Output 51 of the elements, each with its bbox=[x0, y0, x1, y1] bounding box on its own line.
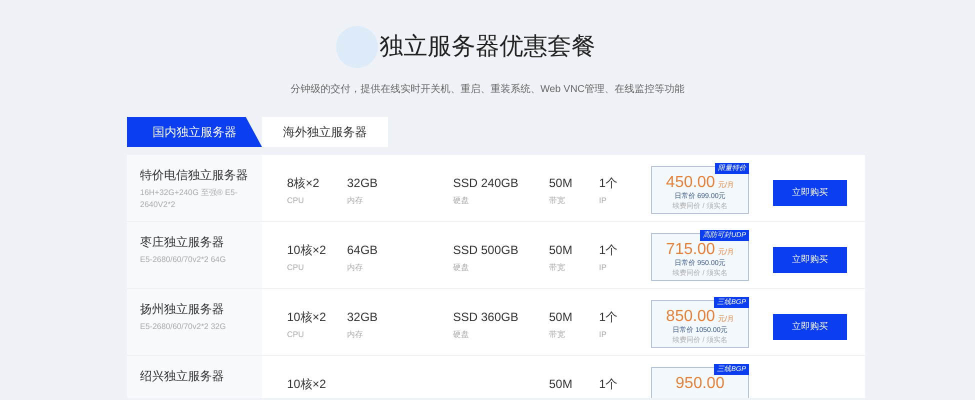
spec-label: 硬盘 bbox=[453, 195, 470, 207]
buy-button[interactable]: 立即购买 bbox=[773, 180, 847, 206]
spec-value: 1个 bbox=[599, 175, 619, 191]
spec-value: 1个 bbox=[599, 242, 619, 258]
page-subtitle: 分钟级的交付，提供在线实时开关机、重启、重装系统、Web VNC管理、在线监控等功能 bbox=[290, 82, 685, 97]
spec-label: 硬盘 bbox=[453, 329, 470, 341]
plan-name: 扬州独立服务器 bbox=[140, 301, 225, 317]
spec-value: 8核×2 bbox=[287, 175, 320, 191]
spec-value: 1个 bbox=[599, 309, 619, 325]
spec-value: 10核×2 bbox=[287, 309, 328, 325]
spec-value: 10核×2 bbox=[287, 376, 328, 392]
price: 450.00 bbox=[666, 174, 715, 192]
spec-label: 带宽 bbox=[549, 195, 566, 207]
spec-value: 64GB bbox=[347, 242, 379, 258]
spec-label: CPU bbox=[287, 329, 305, 341]
plan-name: 枣庄独立服务器 bbox=[140, 234, 225, 250]
tab[interactable]: 国内独立服务器 bbox=[127, 117, 262, 147]
spec-label: IP bbox=[599, 329, 608, 341]
spec-label: CPU bbox=[287, 195, 305, 207]
buy-button[interactable]: 立即购买 bbox=[773, 314, 847, 340]
tab[interactable]: 海外独立服务器 bbox=[262, 117, 388, 147]
spec-value: SSD 240GB bbox=[453, 175, 520, 191]
spec-label: 带宽 bbox=[549, 329, 566, 341]
spec-value: 50M bbox=[549, 175, 574, 191]
buy-button[interactable]: 立即购买 bbox=[773, 246, 847, 273]
spec-label: 内存 bbox=[347, 195, 364, 207]
plan-description: E5-2680/60/70v2*2 32G bbox=[140, 321, 227, 333]
price: 850.00 bbox=[666, 308, 715, 326]
spec-label: 硬盘 bbox=[453, 262, 470, 274]
price: 950.00 bbox=[676, 375, 724, 393]
spec-label: 内存 bbox=[347, 262, 364, 274]
spec-label: IP bbox=[599, 262, 608, 274]
spec-value: 10核×2 bbox=[287, 242, 328, 258]
plan-description: 16H+32G+240G 至强® E5-2640V2*2 bbox=[140, 187, 238, 211]
spec-label: 带宽 bbox=[549, 262, 566, 274]
page-title: 独立服务器优惠套餐 bbox=[380, 32, 596, 62]
plan-description: E5-2680/60/70v2*2 64G bbox=[140, 254, 227, 266]
spec-value: SSD 360GB bbox=[453, 309, 520, 325]
spec-value: SSD 500GB bbox=[453, 242, 520, 258]
price: 715.00 bbox=[666, 241, 715, 259]
spec-value: 32GB bbox=[347, 175, 379, 191]
spec-label: CPU bbox=[287, 262, 305, 274]
plan-name: 特价电信独立服务器 bbox=[140, 167, 249, 183]
spec-value: 1个 bbox=[599, 376, 619, 392]
spec-value: 50M bbox=[549, 309, 574, 325]
spec-value: 50M bbox=[549, 376, 574, 392]
spec-value: 50M bbox=[549, 242, 574, 258]
spec-label: 内存 bbox=[347, 329, 364, 341]
spec-label: IP bbox=[599, 195, 608, 207]
plan-name: 绍兴独立服务器 bbox=[140, 368, 225, 384]
spec-value: 32GB bbox=[347, 309, 379, 325]
